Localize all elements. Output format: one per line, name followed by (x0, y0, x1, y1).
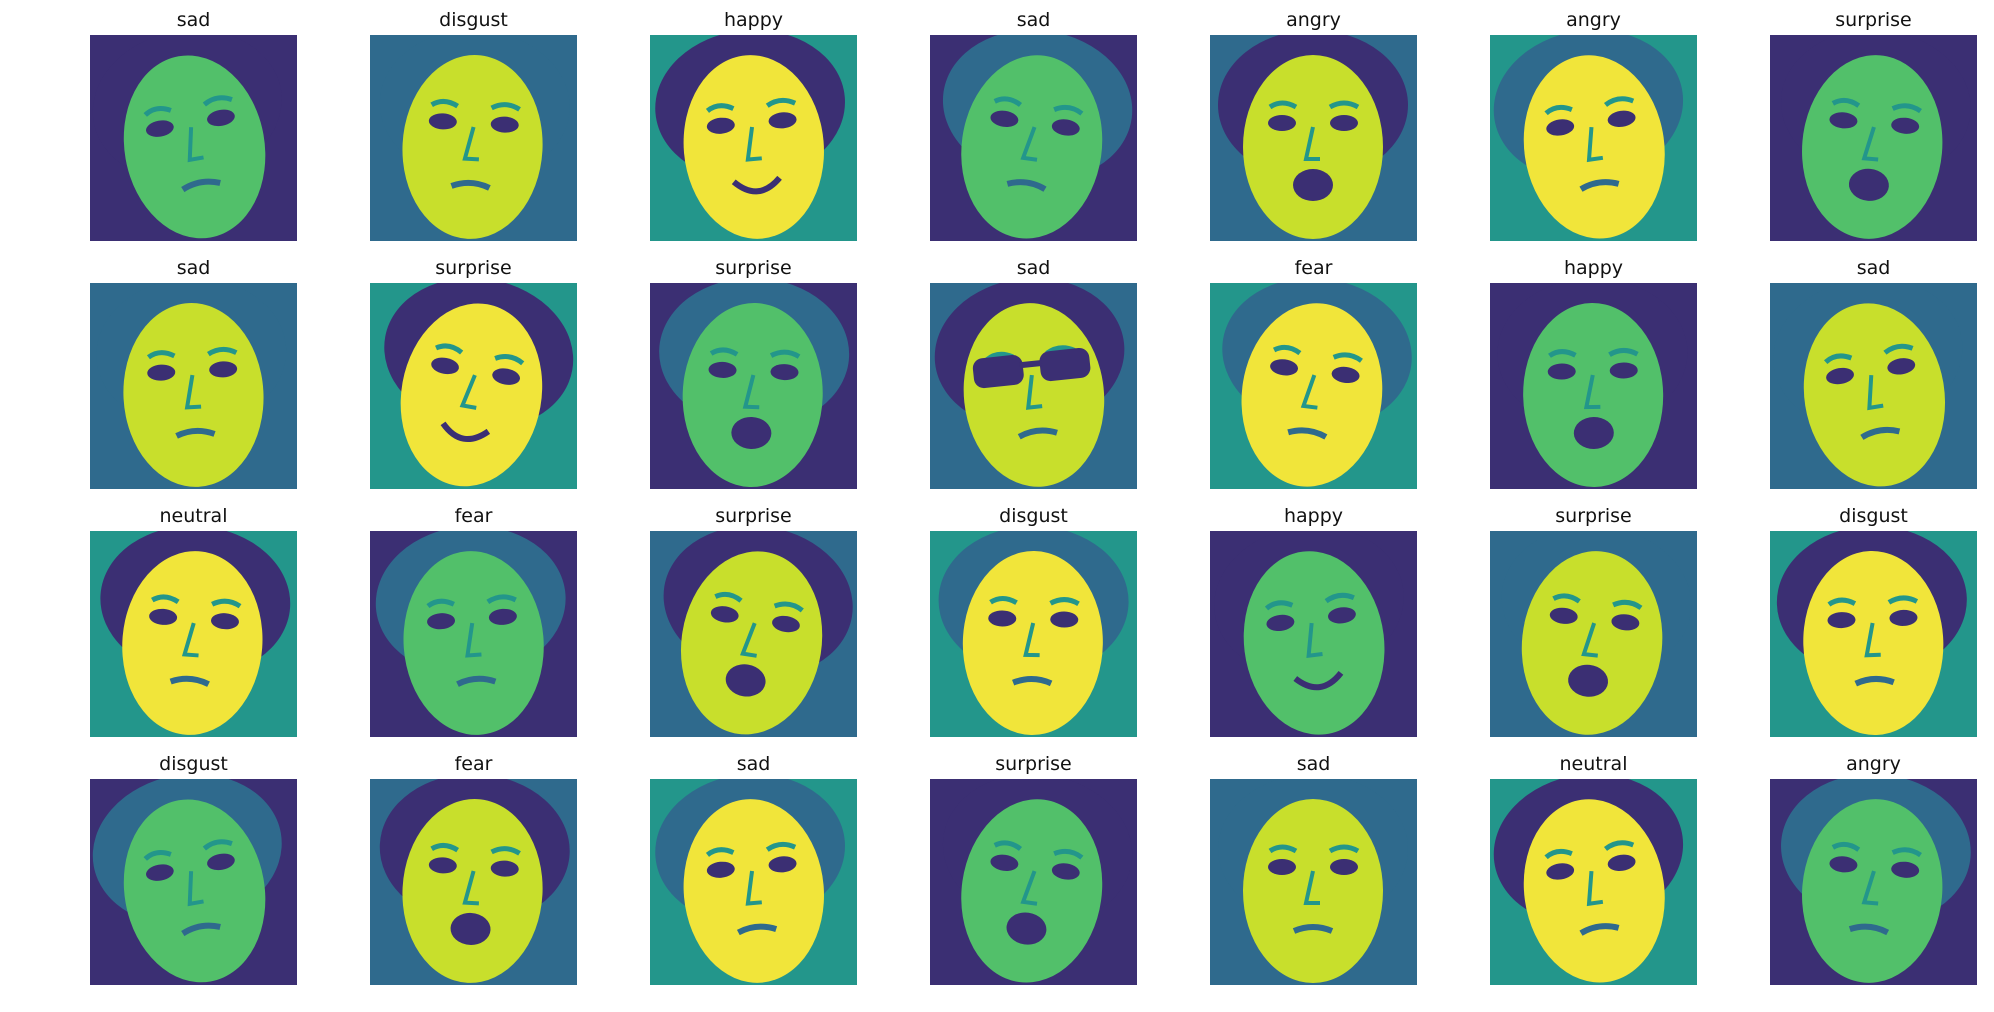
face-image (370, 35, 577, 241)
face-image (370, 283, 577, 489)
face-image (90, 531, 297, 737)
emotion-label: sad (176, 9, 211, 31)
face-image (1490, 283, 1697, 489)
emotion-label: surprise (1835, 9, 1912, 31)
emotion-label: surprise (715, 505, 792, 527)
emotion-label: disgust (439, 9, 508, 31)
emotion-label: disgust (1839, 505, 1908, 527)
face-image (1490, 531, 1697, 737)
emotion-label: sad (1856, 257, 1891, 279)
emotion-label: surprise (715, 257, 792, 279)
emotion-label: surprise (995, 753, 1072, 775)
emotion-label: neutral (1559, 753, 1628, 775)
emotion-label: surprise (1555, 505, 1632, 527)
face-image (650, 35, 857, 241)
emotion-label: angry (1846, 753, 1901, 775)
emotion-label: sad (736, 753, 771, 775)
emotion-label: happy (1283, 505, 1344, 527)
face-image (90, 35, 297, 241)
face-image (1210, 283, 1417, 489)
emotion-label: happy (723, 9, 784, 31)
emotion-label: sad (1016, 9, 1051, 31)
face-image (650, 531, 857, 737)
face-image (1770, 779, 1977, 985)
face-image (90, 283, 297, 489)
face-image (1210, 531, 1417, 737)
face-image (930, 779, 1137, 985)
emotion-label: disgust (999, 505, 1068, 527)
face-image (650, 283, 857, 489)
face-image (1210, 35, 1417, 241)
face-image (370, 779, 577, 985)
emotion-label: fear (454, 753, 493, 775)
emotion-label: surprise (435, 257, 512, 279)
emotion-label: sad (1016, 257, 1051, 279)
emotion-label: neutral (159, 505, 228, 527)
face-image (370, 531, 577, 737)
face-image (650, 779, 857, 985)
face-image (930, 531, 1137, 737)
emotion-label: angry (1566, 9, 1621, 31)
emotion-label: happy (1563, 257, 1624, 279)
face-image (1770, 35, 1977, 241)
emotion-label: fear (454, 505, 493, 527)
face-image (1770, 531, 1977, 737)
face-image (1210, 779, 1417, 985)
emotion-label: sad (176, 257, 211, 279)
emotion-label: disgust (159, 753, 228, 775)
face-image (930, 35, 1137, 241)
emotion-label: sad (1296, 753, 1331, 775)
face-image (1770, 283, 1977, 489)
face-image (930, 283, 1137, 489)
face-image (1490, 35, 1697, 241)
face-image (1490, 779, 1697, 985)
emotion-label: fear (1294, 257, 1333, 279)
emotion-sample-grid: sad disgust happy sad angry angry surprise sad s… (0, 0, 1994, 1012)
emotion-label: angry (1286, 9, 1341, 31)
face-image (90, 779, 297, 985)
